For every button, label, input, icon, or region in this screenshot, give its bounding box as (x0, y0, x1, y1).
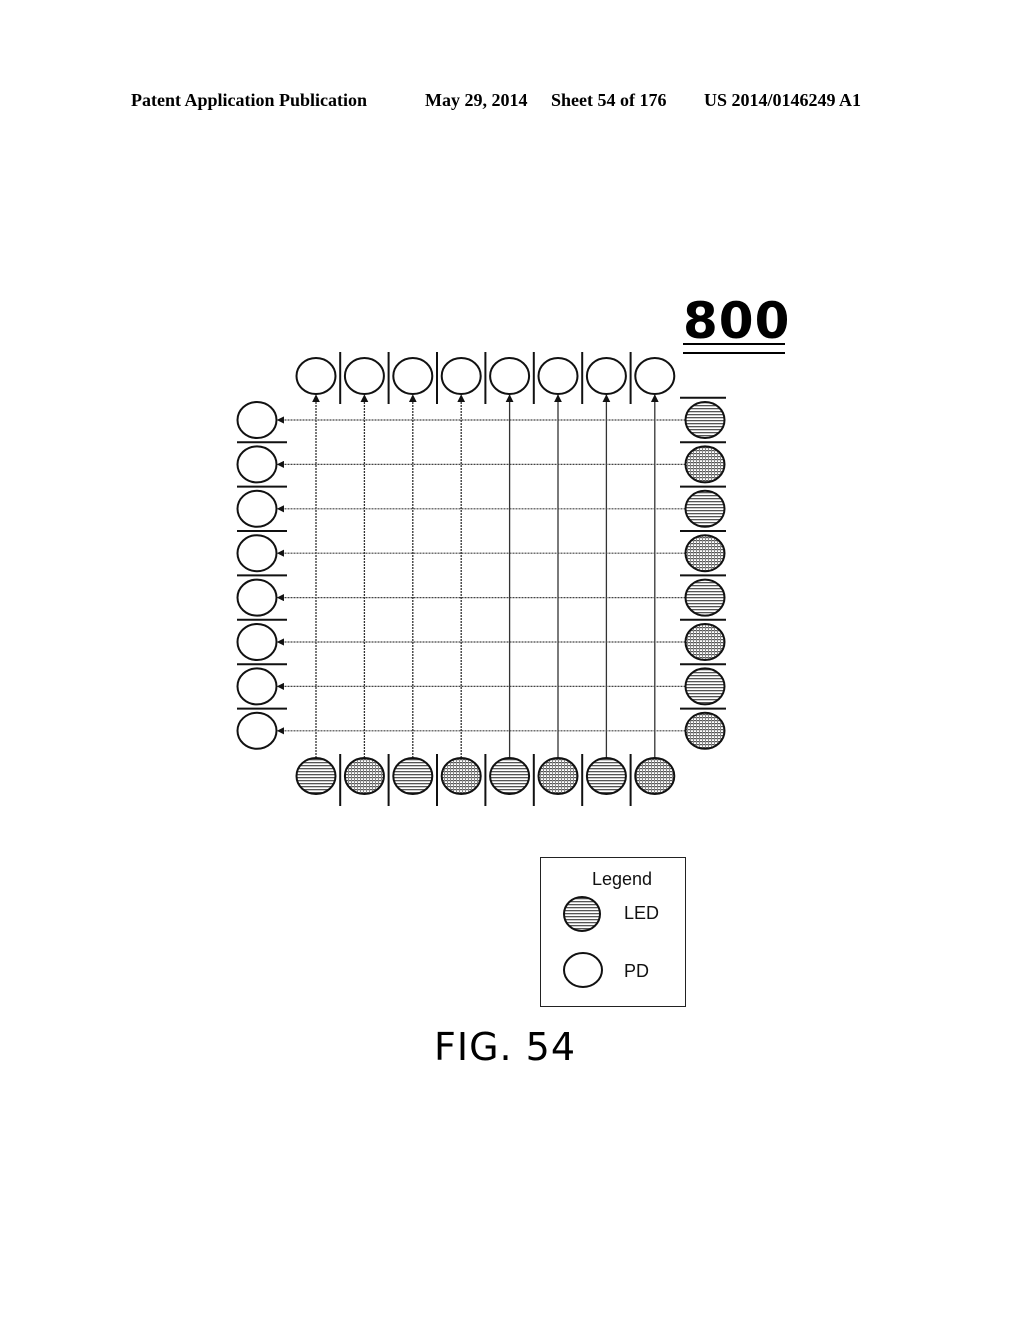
right-led-circle (684, 578, 726, 617)
beam-lines (276, 394, 686, 758)
left-pd-circle (236, 445, 278, 484)
bottom-led-circle (440, 757, 482, 795)
left-pd-circle (236, 711, 278, 750)
legend-box: Legend LED PD (540, 857, 686, 1007)
top-pd-circle (585, 357, 627, 395)
left-pd-circle (236, 489, 278, 528)
top-pd-circle (537, 357, 579, 395)
bottom-led-circle (585, 757, 627, 795)
legend-title: Legend (592, 869, 653, 889)
bottom-led-circle (537, 757, 579, 795)
left-pd-circle (236, 667, 278, 706)
legend-label-led: LED (624, 903, 660, 923)
left-pd-circle (236, 623, 278, 661)
top-pd-circle (295, 357, 337, 395)
hatched-circle-icon (563, 896, 601, 932)
figure-caption: FIG. 54 (434, 1025, 577, 1069)
top-pd-circle (343, 357, 385, 395)
right-led-circle (684, 401, 726, 439)
bottom-led-circle (295, 757, 337, 795)
top-pd-circle (634, 357, 676, 395)
legend-label-pd: PD (624, 961, 650, 981)
empty-circle-icon (563, 952, 603, 988)
top-pd-circle (392, 357, 434, 395)
top-pd-circle (440, 357, 482, 395)
bottom-led-circle (634, 757, 676, 795)
left-pd-circle (236, 534, 278, 573)
bottom-led-circle (489, 757, 531, 795)
right-led-circle (684, 534, 726, 573)
right-led-circle (684, 667, 726, 706)
top-pd-circle (489, 357, 531, 395)
right-led-circle (684, 489, 726, 528)
bottom-led-circle (343, 757, 385, 795)
led-pd-grid-diagram (236, 352, 726, 806)
left-pd-circle (236, 401, 278, 439)
left-pd-circle (236, 578, 278, 617)
right-led-circle (684, 623, 726, 661)
components (236, 357, 726, 795)
right-led-circle (684, 445, 726, 484)
right-led-circle (684, 711, 726, 750)
bottom-led-circle (392, 757, 434, 795)
